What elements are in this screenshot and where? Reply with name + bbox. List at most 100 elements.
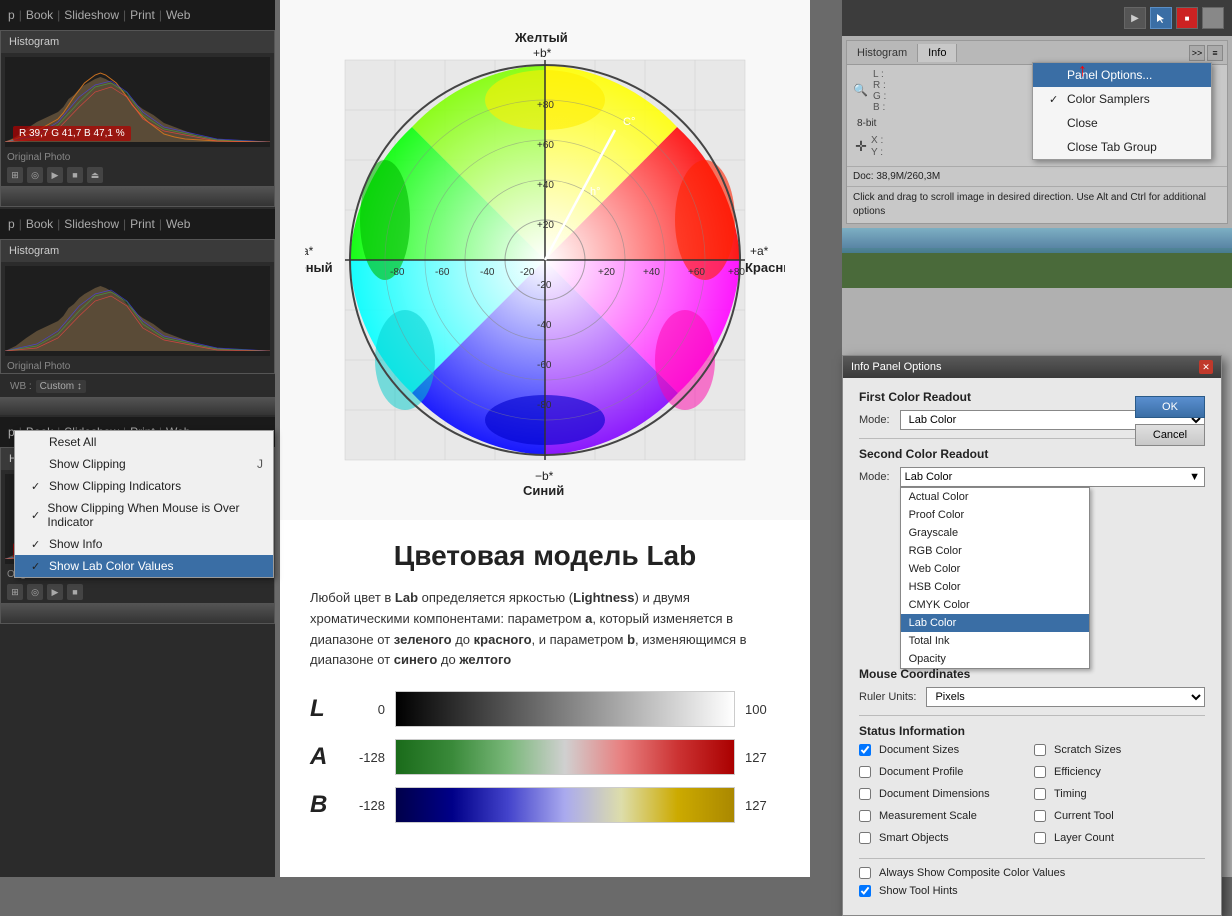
win-min-3[interactable] — [230, 607, 242, 619]
stop-icon-3[interactable]: ■ — [67, 584, 83, 600]
menu-show-clipping-indicators[interactable]: ✓ Show Clipping Indicators — [15, 475, 273, 497]
win-min-1[interactable] — [230, 190, 242, 202]
nav-item-slideshow-2[interactable]: Slideshow — [64, 217, 119, 231]
tab-info[interactable]: Info — [918, 44, 957, 62]
cb-show-tool-hints-input[interactable] — [859, 885, 871, 897]
cb-measurement-scale-input[interactable] — [859, 810, 871, 822]
cb-layer-count-input[interactable] — [1034, 832, 1046, 844]
circle-dot-icon-3[interactable]: ◎ — [27, 584, 43, 600]
nav-item-web[interactable]: Web — [166, 8, 190, 22]
cb-layer-count: Layer Count — [1034, 832, 1205, 844]
option-web-color[interactable]: Web Color — [901, 560, 1089, 578]
crosshair-icon: ✛ — [853, 138, 869, 154]
bit-depth-1: 8-bit — [853, 117, 880, 130]
minimize-btn-1[interactable] — [222, 36, 234, 48]
nav-item-print[interactable]: Print — [130, 8, 155, 22]
svg-text:+80: +80 — [728, 267, 745, 278]
cancel-button[interactable]: Cancel — [1135, 424, 1205, 446]
nav-item-p[interactable]: p — [8, 8, 15, 22]
menu-close[interactable]: Close — [1033, 111, 1211, 135]
option-actual-color[interactable]: Actual Color — [901, 488, 1089, 506]
cb-efficiency: Efficiency — [1034, 766, 1205, 778]
nav-item-web2[interactable]: Web — [166, 217, 190, 231]
option-cmyk-color[interactable]: CMYK Color — [901, 596, 1089, 614]
cb-scratch-sizes-input[interactable] — [1034, 744, 1046, 756]
menu-show-lab[interactable]: ✓ Show Lab Color Values — [15, 555, 273, 577]
wb-value[interactable]: Custom ↕ — [36, 380, 86, 393]
dialog-close-button[interactable]: ✕ — [1199, 360, 1213, 374]
info-panel-options-dialog: Info Panel Options ✕ OK Cancel First Col… — [842, 355, 1222, 916]
mouse-coord-label: Mouse Coordinates — [859, 667, 1205, 681]
option-grayscale[interactable]: Grayscale — [901, 524, 1089, 542]
win-res-2[interactable] — [245, 400, 257, 412]
menu-close-tab-group[interactable]: Close Tab Group — [1033, 135, 1211, 159]
win-res-1[interactable] — [244, 190, 256, 202]
close-btn-1[interactable] — [250, 36, 262, 48]
histogram-panel-2: Histogram Original Photo — [0, 239, 275, 374]
nav-item-book[interactable]: Book — [26, 8, 53, 22]
option-total-ink[interactable]: Total Ink — [901, 632, 1089, 650]
menu-show-clipping-mouse[interactable]: ✓ Show Clipping When Mouse is Over Indic… — [15, 497, 273, 533]
cb-doc-sizes: Document Sizes — [859, 744, 1030, 756]
restore-btn-2[interactable] — [240, 245, 252, 257]
win-cls-1[interactable] — [258, 190, 270, 202]
tab-histogram[interactable]: Histogram — [847, 44, 918, 62]
ps-tab-more[interactable]: >> — [1189, 45, 1205, 61]
original-photo-label-1: Original Photo — [1, 151, 274, 164]
option-proof-color[interactable]: Proof Color — [901, 506, 1089, 524]
eject-icon[interactable]: ⏏ — [87, 167, 103, 183]
svg-text:+20: +20 — [537, 220, 554, 231]
panel-1-winbar — [1, 186, 274, 206]
menu-reset-all[interactable]: Reset All — [15, 431, 273, 453]
menu-show-info[interactable]: ✓ Show Info — [15, 533, 273, 555]
cursor-tool-icon[interactable] — [1150, 7, 1172, 29]
cb-doc-sizes-input[interactable] — [859, 744, 871, 756]
option-rgb-color[interactable]: RGB Color — [901, 542, 1089, 560]
menu-reset-all-label: Reset All — [49, 435, 96, 449]
nav-item-slideshow-1[interactable]: Slideshow — [64, 8, 119, 22]
play-icon[interactable]: ▶ — [47, 167, 63, 183]
nav-item-p2[interactable]: p — [8, 217, 15, 231]
cb-doc-dimensions-input[interactable] — [859, 788, 871, 800]
red-square-icon[interactable]: ■ — [1176, 7, 1198, 29]
cb-smart-objects-input[interactable] — [859, 832, 871, 844]
ok-button[interactable]: OK — [1135, 396, 1205, 418]
menu-color-samplers[interactable]: ✓ Color Samplers — [1033, 87, 1211, 111]
circle-dot-icon[interactable]: ◎ — [27, 167, 43, 183]
play-icon-3[interactable]: ▶ — [47, 584, 63, 600]
menu-show-clipping[interactable]: Show Clipping J — [15, 453, 273, 475]
context-menu: Reset All Show Clipping J ✓ Show Clippin… — [14, 430, 274, 578]
color-wheel-svg: C° h° +20 +40 +60 +80 -20 -40 -60 -80 -8… — [305, 20, 785, 500]
gray-square-icon[interactable] — [1202, 7, 1224, 29]
nav-item-book2[interactable]: Book — [26, 217, 53, 231]
option-opacity[interactable]: Opacity — [901, 650, 1089, 668]
option-lab-color[interactable]: Lab Color — [901, 614, 1089, 632]
grid-icon-3[interactable]: ⊞ — [7, 584, 23, 600]
grid-icon[interactable]: ⊞ — [7, 167, 23, 183]
cb-smart-objects-label: Smart Objects — [879, 832, 949, 844]
minimize-btn-2[interactable] — [226, 245, 238, 257]
cb-always-show-input[interactable] — [859, 867, 871, 879]
restore-btn-1[interactable] — [236, 36, 248, 48]
ps-tab-menu[interactable]: ≡ — [1207, 45, 1223, 61]
win-res-3[interactable] — [244, 607, 256, 619]
cb-efficiency-input[interactable] — [1034, 766, 1046, 778]
second-mode-dropdown[interactable]: Lab Color ▼ — [900, 467, 1205, 487]
close-btn-2[interactable] — [254, 245, 266, 257]
win-cls-2[interactable] — [259, 400, 271, 412]
color-wheel-container: C° h° +20 +40 +60 +80 -20 -40 -60 -80 -8… — [305, 20, 785, 500]
play-tool-icon[interactable]: ▶ — [1124, 7, 1146, 29]
cb-doc-profile-input[interactable] — [859, 766, 871, 778]
second-color-readout-label: Second Color Readout — [859, 447, 1205, 461]
win-cls-3[interactable] — [258, 607, 270, 619]
ruler-units-select[interactable]: Pixels — [926, 687, 1205, 707]
cb-timing-input[interactable] — [1034, 788, 1046, 800]
lab-title: Цветовая модель Lab — [310, 540, 780, 572]
win-min-2[interactable] — [231, 400, 243, 412]
menu-panel-options[interactable]: Panel Options... — [1033, 63, 1211, 87]
option-hsb-color[interactable]: HSB Color — [901, 578, 1089, 596]
nav-item-print2[interactable]: Print — [130, 217, 155, 231]
info-col-left: 🔍 L : R : G : — [853, 69, 1027, 113]
stop-icon[interactable]: ■ — [67, 167, 83, 183]
cb-current-tool-input[interactable] — [1034, 810, 1046, 822]
